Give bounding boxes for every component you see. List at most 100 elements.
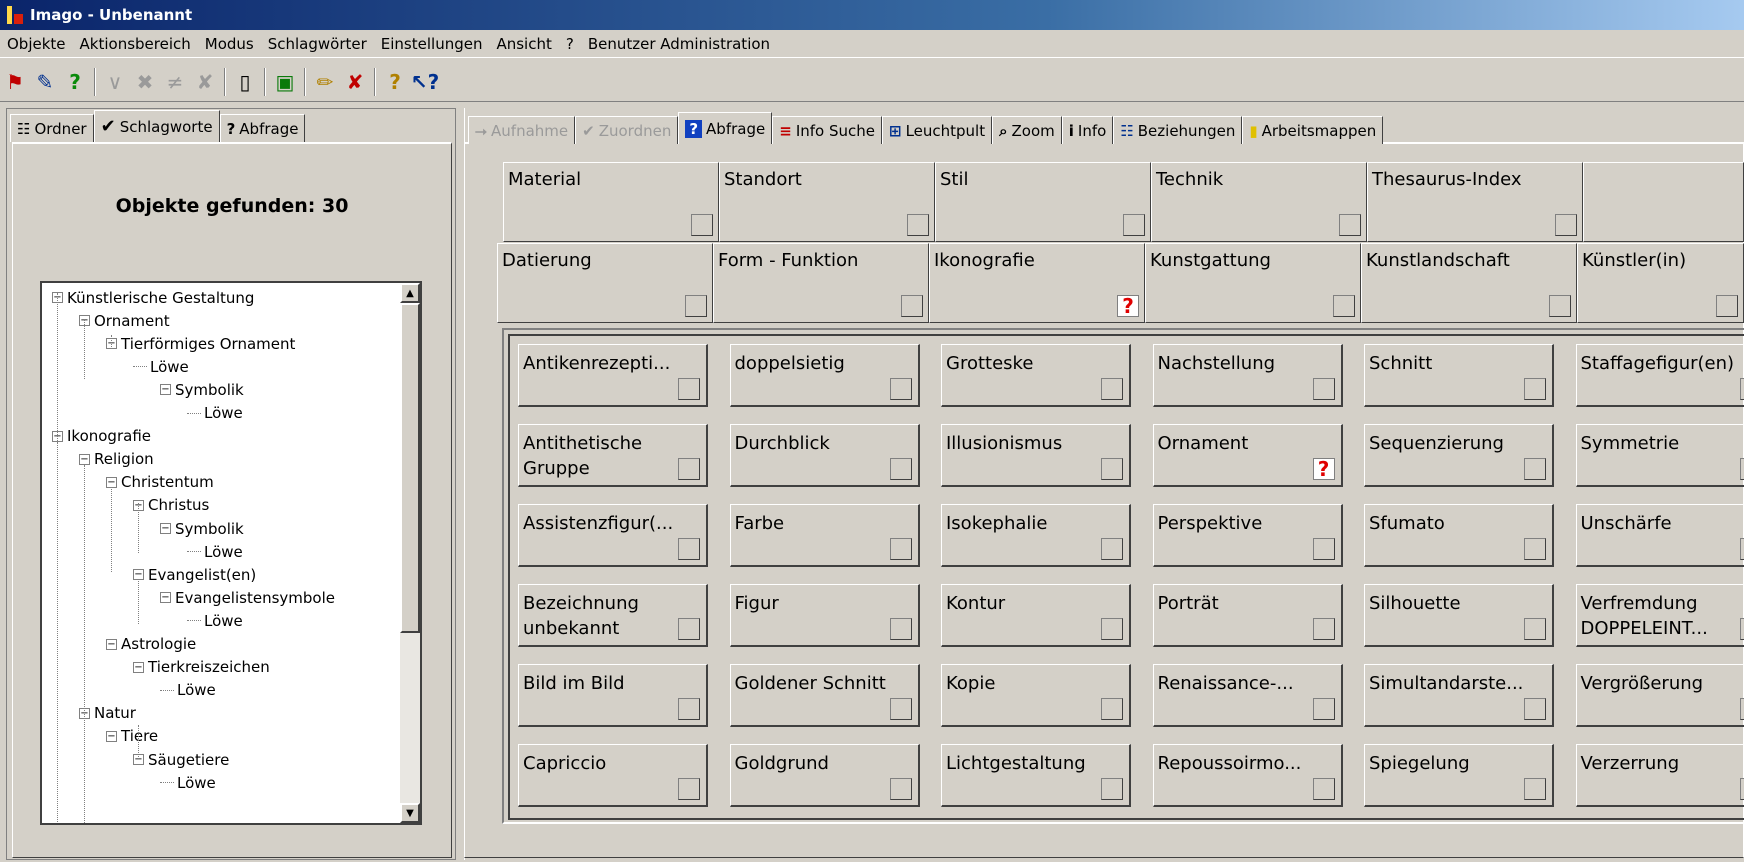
field-checkbox[interactable] [1123, 214, 1145, 236]
tab-info[interactable]: i Info [1061, 116, 1114, 144]
edit-icon[interactable]: ✎ [30, 66, 60, 98]
keyword-checkbox[interactable] [1740, 698, 1744, 720]
keyword-button[interactable]: Antikenrezepti... [518, 344, 708, 407]
keyword-button[interactable]: Schnitt [1364, 344, 1554, 407]
tab-abfrage[interactable]: ? Abfrage [219, 114, 306, 142]
keyword-button[interactable]: Perspektive [1152, 504, 1343, 567]
tree-node[interactable]: − Tiere [106, 724, 158, 749]
keyword-button[interactable]: Illusionismus [941, 424, 1131, 487]
keyword-button[interactable]: Renaissance-... [1152, 664, 1343, 727]
tab-arbeitsmappen[interactable]: ▮ Arbeitsmappen [1242, 116, 1384, 144]
tab-zuordnen[interactable]: ✔ Zuordnen [575, 116, 679, 144]
keyword-button[interactable]: Verzerrung [1575, 744, 1744, 807]
keyword-checkbox[interactable] [1101, 378, 1123, 400]
keyword-checkbox[interactable] [1101, 618, 1123, 640]
menu-item[interactable]: ? [559, 35, 581, 53]
field-stil[interactable]: Stil [935, 162, 1151, 242]
keyword-checkbox[interactable] [678, 378, 700, 400]
tree-node[interactable]: − Ornament [79, 308, 170, 333]
keyword-button[interactable]: Capriccio [518, 744, 708, 807]
tree-node[interactable]: − Symbolik [160, 377, 244, 402]
keyword-checkbox[interactable] [678, 458, 700, 480]
keyword-checkbox[interactable] [1524, 618, 1546, 640]
scroll-up-icon[interactable]: ▲ [400, 283, 420, 303]
keyword-button[interactable]: Farbe [729, 504, 920, 567]
red-cross-icon[interactable]: ✘ [340, 66, 370, 98]
tree-node[interactable]: − Künstlerische Gestaltung [52, 285, 254, 310]
tab-leuchtpult[interactable]: ⊞ Leuchtpult [881, 116, 993, 144]
keyword-checkbox[interactable] [1312, 698, 1335, 720]
collapse-toggle-icon[interactable]: − [160, 592, 171, 604]
what-is-icon[interactable]: ↖? [410, 66, 440, 98]
exclude-icon[interactable]: ✖ [130, 66, 160, 98]
query-mark-icon[interactable]: ? [1117, 295, 1139, 317]
not-exclude-icon[interactable]: ✘ [190, 66, 220, 98]
tab-beziehungen[interactable]: ☷ Beziehungen [1113, 116, 1243, 144]
document-icon[interactable]: ▯ [230, 66, 260, 98]
keyword-button[interactable]: Sfumato [1364, 504, 1554, 567]
keyword-checkbox[interactable] [1524, 378, 1546, 400]
tree-node[interactable]: Löwe [160, 678, 216, 703]
keyword-checkbox[interactable] [1524, 458, 1546, 480]
keyword-button[interactable]: Lichtgestaltung [941, 744, 1131, 807]
keyword-checkbox[interactable] [678, 778, 700, 800]
keyword-button[interactable]: Goldgrund [729, 744, 920, 807]
keyword-checkbox[interactable] [1740, 618, 1744, 640]
tree-node[interactable]: Löwe [187, 539, 243, 564]
field-kunstgattung[interactable]: Kunstgattung [1145, 243, 1361, 323]
keyword-button[interactable]: Vergrößerung [1575, 664, 1744, 727]
keyword-checkbox[interactable] [1101, 458, 1123, 480]
keyword-checkbox[interactable] [1740, 538, 1744, 560]
field-material[interactable]: Material [503, 162, 719, 242]
keyword-checkbox[interactable] [1312, 778, 1335, 800]
pencil-icon[interactable]: ✏ [310, 66, 340, 98]
field-checkbox[interactable] [685, 295, 707, 317]
collapse-toggle-icon[interactable]: − [160, 384, 171, 396]
scroll-thumb[interactable] [400, 303, 420, 633]
query-mark-icon[interactable]: ? [1312, 458, 1335, 480]
tree-node[interactable]: Löwe [187, 608, 243, 633]
keyword-checkbox[interactable] [1312, 538, 1335, 560]
field-datierung[interactable]: Datierung [497, 243, 713, 323]
collapse-toggle-icon[interactable]: − [133, 661, 144, 673]
collapse-toggle-icon[interactable]: − [106, 730, 117, 742]
tree-node[interactable]: − Symbolik [160, 516, 244, 541]
field-ikonografie[interactable]: Ikonografie? [929, 243, 1145, 323]
tree-node[interactable]: − Christus [133, 493, 209, 518]
keyword-checkbox[interactable] [1524, 778, 1546, 800]
field-technik[interactable]: Technik [1151, 162, 1367, 242]
tree-node[interactable]: − Tierkreiszeichen [133, 655, 270, 680]
tree-scrollbar[interactable]: ▲ ▼ [400, 283, 420, 823]
keyword-button[interactable]: Ornament? [1152, 424, 1343, 487]
field-kunstlandschaft[interactable]: Kunstlandschaft [1361, 243, 1577, 323]
keyword-button[interactable]: Goldener Schnitt [729, 664, 920, 727]
field-thesaurus-index[interactable]: Thesaurus-Index [1367, 162, 1583, 242]
tab-zoom[interactable]: ⌕ Zoom [992, 116, 1062, 144]
keyword-button[interactable]: Grotteske [941, 344, 1131, 407]
keyword-checkbox[interactable] [889, 618, 912, 640]
keyword-checkbox[interactable] [889, 458, 912, 480]
tab-ordner[interactable]: ☷ Ordner [10, 114, 94, 142]
keyword-button[interactable]: Spiegelung [1364, 744, 1554, 807]
menu-item[interactable]: Aktionsbereich [73, 35, 198, 53]
keyword-checkbox[interactable] [1524, 698, 1546, 720]
keyword-checkbox[interactable] [889, 378, 912, 400]
keyword-button[interactable]: Nachstellung [1152, 344, 1343, 407]
scroll-down-icon[interactable]: ▼ [400, 803, 420, 823]
menu-item[interactable]: Benutzer Administration [581, 35, 777, 53]
tree-node[interactable]: − Evangelist(en) [133, 562, 256, 587]
menu-item[interactable]: Schlagwörter [261, 35, 374, 53]
field-form-funktion[interactable]: Form - Funktion [713, 243, 929, 323]
keyword-tree[interactable]: − Künstlerische Gestaltung − Ornament − Tierf… [40, 281, 422, 825]
tree-node[interactable]: − Christentum [106, 470, 214, 495]
keyword-checkbox[interactable] [1101, 698, 1123, 720]
tree-node[interactable]: Löwe [133, 354, 189, 379]
keyword-button[interactable]: Kontur [941, 584, 1131, 647]
menu-item[interactable]: Modus [198, 35, 261, 53]
not-icon[interactable]: ≠ [160, 66, 190, 98]
keyword-checkbox[interactable] [1524, 538, 1546, 560]
tree-node[interactable]: Löwe [187, 401, 243, 426]
keyword-checkbox[interactable] [889, 538, 912, 560]
keyword-checkbox[interactable] [678, 538, 700, 560]
field-checkbox[interactable] [907, 214, 929, 236]
